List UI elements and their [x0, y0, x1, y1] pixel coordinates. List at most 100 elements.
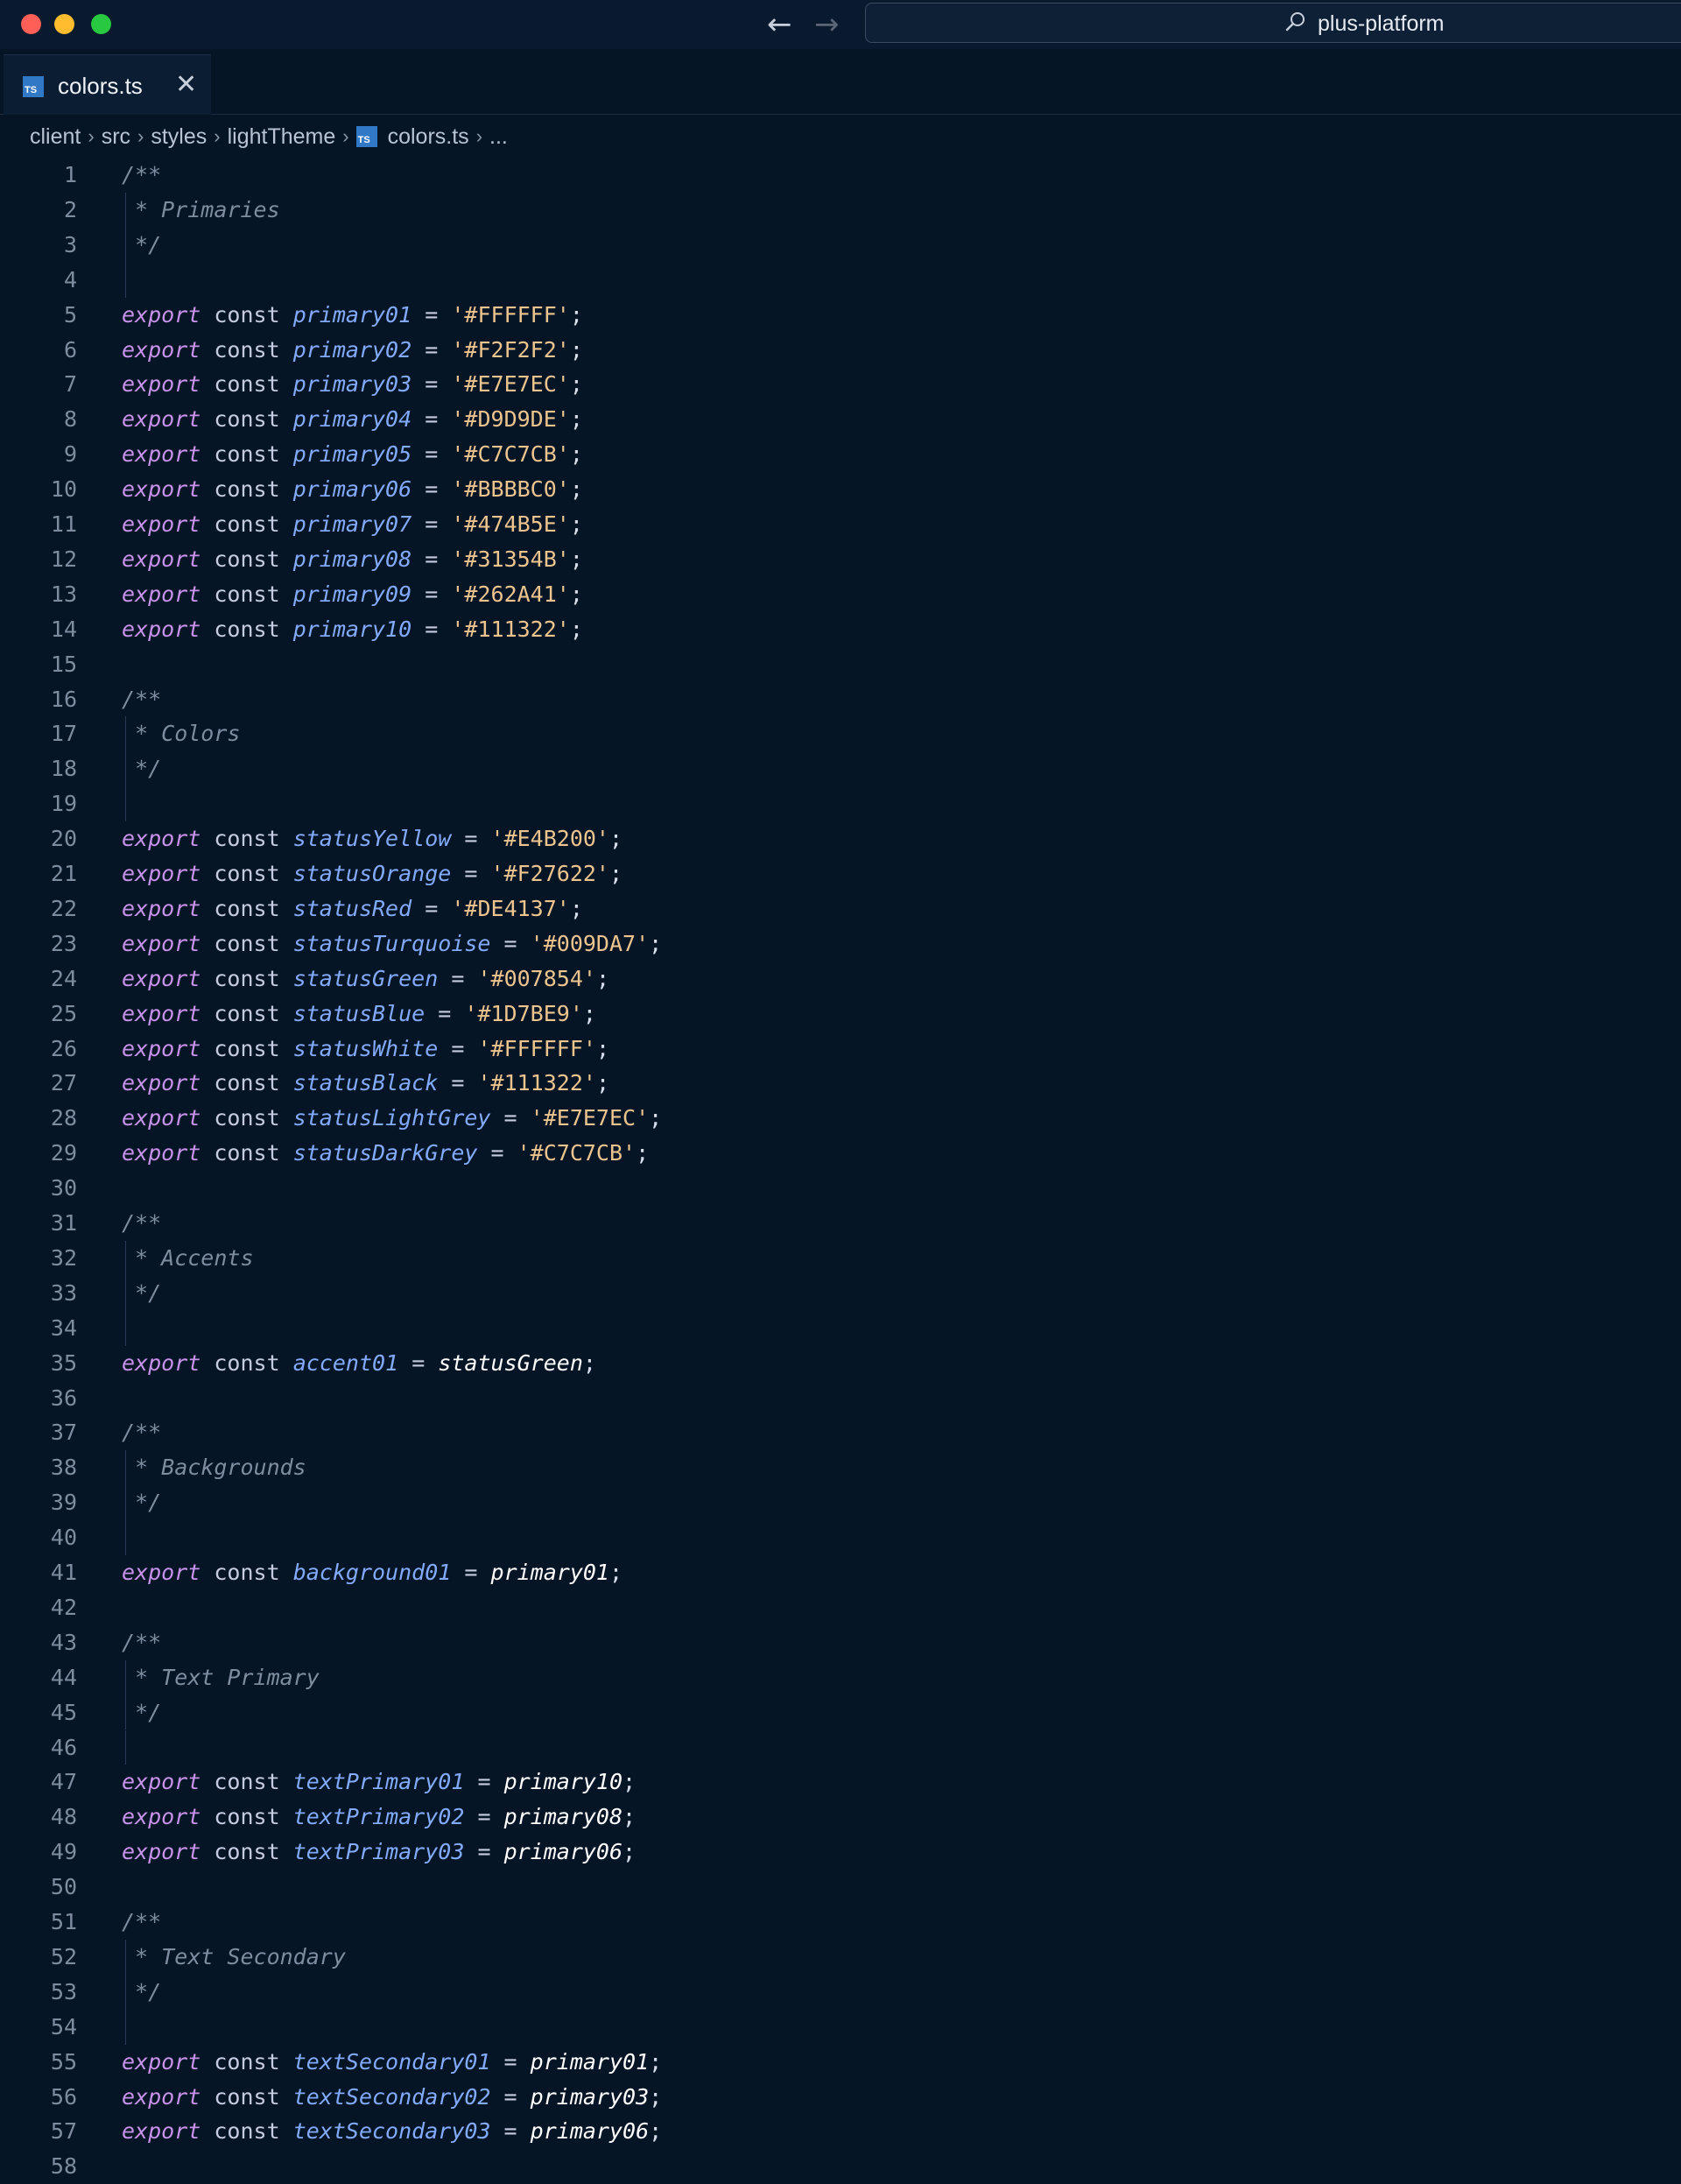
- keyword-export: export: [122, 1349, 201, 1376]
- string-literal: '#C7C7CB': [451, 441, 570, 468]
- string-literal: '#009DA7': [530, 930, 650, 956]
- indent-guide: [125, 1730, 126, 1765]
- code-line: 41 export const background01 = primary01;: [0, 1555, 1681, 1590]
- code-line: 7 export const primary03 = '#E7E7EC';: [0, 367, 1681, 402]
- code-line: 43 /**: [0, 1625, 1681, 1660]
- keyword-export: export: [122, 2048, 201, 2075]
- code-editor[interactable]: 1/** 2 * Primaries 3 */4 5 export const prim…: [0, 158, 1681, 2179]
- back-arrow-icon[interactable]: ←: [767, 9, 792, 40]
- code-line: 50: [0, 1870, 1681, 1905]
- command-center-search[interactable]: plus-platform: [865, 3, 1681, 43]
- indent-guide: [125, 192, 126, 228]
- keyword-const: const: [214, 2083, 280, 2110]
- code-text: */: [122, 1975, 161, 2010]
- code-line: 11 export const primary07 = '#474B5E';: [0, 507, 1681, 542]
- operator: =: [503, 2048, 517, 2075]
- code-text: */: [122, 1485, 161, 1520]
- line-number: 9: [63, 441, 77, 468]
- operator: =: [451, 965, 465, 991]
- operator: =: [464, 1560, 478, 1585]
- keyword-const: const: [214, 511, 280, 537]
- line-number: 58: [50, 2153, 77, 2180]
- code-text: export const textSecondary01 = primary01…: [122, 2045, 662, 2080]
- reference: primary06: [503, 1839, 623, 1865]
- semicolon: ;: [569, 511, 583, 537]
- code-text: export const primary04 = '#D9D9DE';: [122, 402, 583, 437]
- forward-arrow-icon[interactable]: →: [814, 9, 840, 40]
- code-line: 6 export const primary02 = '#F2F2F2';: [0, 333, 1681, 368]
- keyword-export: export: [122, 1140, 201, 1166]
- line-number: 56: [50, 2083, 77, 2110]
- code-line: 1 /**: [0, 158, 1681, 193]
- code-line: 32 * Accents: [0, 1241, 1681, 1276]
- semicolon: ;: [569, 301, 583, 328]
- code-line: 27 export const statusBlack = '#111322';: [0, 1066, 1681, 1101]
- identifier: primary05: [292, 441, 412, 468]
- breadcrumb-item-file[interactable]: colors.ts: [388, 124, 469, 150]
- code-line: 10 export const primary06 = '#BBBBC0';: [0, 472, 1681, 507]
- code-text: * Backgrounds: [122, 1450, 306, 1485]
- breadcrumb-item-src[interactable]: src: [102, 124, 130, 150]
- breadcrumb-item-lighttheme[interactable]: lightTheme: [228, 124, 336, 150]
- code-line: 14 export const primary10 = '#111322';: [0, 612, 1681, 647]
- line-number: 14: [50, 616, 77, 642]
- string-literal: '#E4B200': [490, 826, 609, 852]
- keyword-const: const: [214, 371, 280, 398]
- semicolon: ;: [569, 441, 583, 468]
- keyword-export: export: [122, 861, 201, 886]
- line-number: 48: [50, 1804, 77, 1830]
- code-line: 34: [0, 1311, 1681, 1346]
- code-line: 17 * Colors: [0, 716, 1681, 751]
- close-icon[interactable]: ✕: [175, 69, 197, 100]
- line-number: 21: [50, 861, 77, 886]
- chevron-right-icon: ›: [214, 125, 221, 147]
- semicolon: ;: [595, 1035, 609, 1061]
- line-number: 41: [50, 1560, 77, 1585]
- line-number: 52: [50, 1943, 77, 1969]
- breadcrumb-item-symbols[interactable]: ...: [489, 124, 508, 150]
- line-number: 1: [63, 162, 77, 187]
- identifier: statusWhite: [292, 1035, 439, 1061]
- keyword-export: export: [122, 930, 201, 956]
- indent-guide: [125, 786, 126, 822]
- code-text: export const textSecondary03 = primary06…: [122, 2114, 662, 2149]
- identifier: statusGreen: [292, 965, 439, 991]
- keyword-const: const: [214, 895, 280, 921]
- operator: =: [477, 1769, 491, 1795]
- identifier: statusOrange: [292, 861, 452, 886]
- line-number: 27: [50, 1070, 77, 1096]
- string-literal: '#E7E7EC': [451, 371, 570, 398]
- semicolon: ;: [608, 826, 623, 852]
- breadcrumb-item-styles[interactable]: styles: [151, 124, 207, 150]
- keyword-const: const: [214, 1140, 280, 1166]
- keyword-const: const: [214, 2048, 280, 2075]
- code-text: /**: [122, 682, 161, 717]
- reference: primary10: [503, 1769, 623, 1795]
- indent-guide: [125, 1275, 126, 1311]
- reference: primary08: [503, 1804, 623, 1830]
- ts-file-icon: TS: [23, 76, 44, 97]
- semicolon: ;: [649, 2083, 663, 2110]
- tab-colors-ts[interactable]: TS colors.ts ✕: [4, 54, 211, 115]
- code-text: export const statusWhite = '#FFFFFF';: [122, 1032, 609, 1067]
- code-text: * Colors: [122, 716, 240, 751]
- close-window-button[interactable]: [21, 14, 41, 34]
- code-line: 31 /**: [0, 1206, 1681, 1241]
- code-text: export const statusGreen = '#007854';: [122, 962, 609, 997]
- minimize-window-button[interactable]: [54, 14, 74, 34]
- identifier: primary04: [292, 406, 412, 433]
- indent-guide: [125, 1974, 126, 2010]
- breadcrumb-item-client[interactable]: client: [30, 124, 81, 150]
- code-text: export const primary05 = '#C7C7CB';: [122, 437, 583, 472]
- maximize-window-button[interactable]: [91, 14, 111, 34]
- code-text: * Accents: [122, 1241, 253, 1276]
- string-literal: '#FFFFFF': [477, 1035, 596, 1061]
- code-line: 52 * Text Secondary: [0, 1940, 1681, 1975]
- operator: =: [464, 861, 478, 886]
- comment-text: * Text Secondary: [122, 1943, 346, 1969]
- operator: =: [425, 406, 439, 433]
- code-text: export const statusTurquoise = '#009DA7'…: [122, 926, 662, 962]
- code-text: */: [122, 751, 161, 786]
- operator: =: [451, 1035, 465, 1061]
- semicolon: ;: [649, 930, 663, 956]
